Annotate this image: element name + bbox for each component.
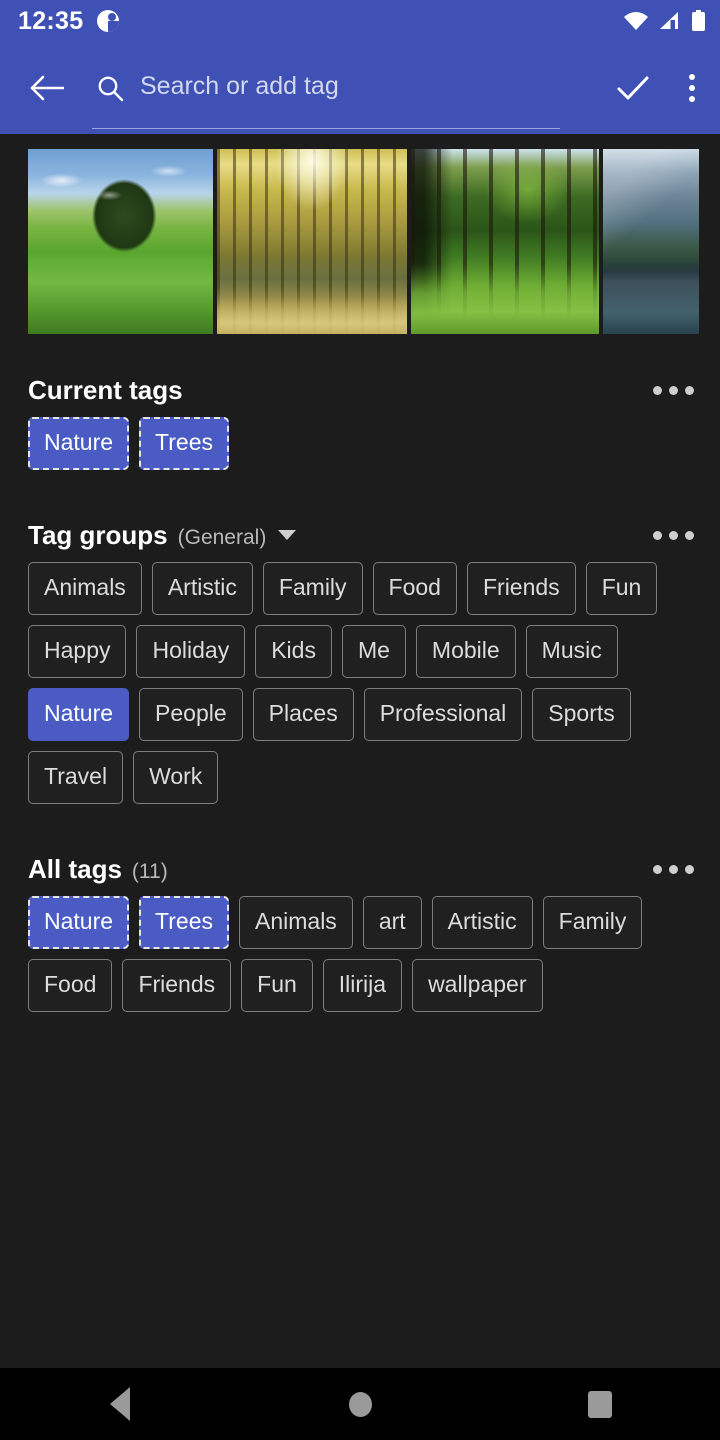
tag-chip[interactable]: Family (542, 896, 643, 949)
tag-chip[interactable]: Nature (28, 896, 130, 949)
thumbnail-image[interactable] (28, 149, 213, 334)
tag-chip[interactable]: Artistic (151, 562, 253, 615)
chevron-down-icon[interactable] (278, 530, 297, 540)
tag-chip[interactable]: Artistic (431, 896, 533, 949)
nav-back-button[interactable] (60, 1368, 180, 1440)
thumbnail-image[interactable] (603, 149, 699, 334)
app-bar (0, 42, 720, 134)
more-horiz-icon (653, 385, 662, 395)
tag-chip[interactable]: Trees (139, 417, 229, 470)
status-bar-clock: 12:35 (18, 6, 84, 35)
tag-chip[interactable]: Family (262, 562, 363, 615)
tag-chip[interactable]: Fun (241, 959, 313, 1012)
search-underline (92, 128, 560, 129)
back-button[interactable] (16, 57, 78, 119)
current-tags-title: Current tags (28, 374, 183, 405)
tag-chip[interactable]: Nature (28, 688, 130, 741)
thumbnail-image[interactable] (217, 149, 407, 334)
tag-chip[interactable]: Mobile (415, 625, 516, 678)
thumbnail-strip[interactable] (0, 134, 720, 349)
system-navigation-bar (0, 1368, 720, 1440)
tag-groups-list[interactable]: Animals Artistic Family Food Friends Fun Happy… (0, 562, 720, 804)
tag-chip[interactable]: Trees (139, 896, 229, 949)
search-icon (92, 74, 128, 102)
tag-groups-overflow-button[interactable] (649, 519, 698, 552)
tag-chip[interactable]: Nature (28, 417, 130, 470)
all-tags-title: All tags (28, 853, 122, 884)
all-tags-title-group: All tags (11) (28, 854, 168, 885)
tag-chip[interactable]: Animals (239, 896, 353, 949)
tag-chip[interactable]: Work (133, 751, 219, 804)
tag-chip[interactable]: Fun (585, 562, 658, 615)
tag-chip[interactable]: Animals (28, 562, 142, 615)
app-screen: 12:35 Search or add tag Current tags Nat… (0, 0, 720, 1440)
tag-chip[interactable]: Places (252, 688, 354, 741)
search-field[interactable] (92, 57, 596, 129)
tag-chip[interactable]: art (362, 896, 422, 949)
all-tags-count: (11) (131, 859, 168, 883)
tag-chip[interactable]: Kids (255, 625, 332, 678)
tag-chip[interactable]: Professional (363, 688, 523, 741)
clock-notification-icon (97, 10, 120, 32)
nav-home-button[interactable] (300, 1368, 420, 1440)
confirm-button[interactable] (602, 57, 664, 119)
back-arrow-icon (30, 75, 64, 101)
tag-chip[interactable]: Ilirija (322, 959, 403, 1012)
cellular-signal-icon (660, 12, 678, 29)
more-vert-icon (689, 74, 695, 102)
tag-chip[interactable]: Travel (28, 751, 124, 804)
status-bar-right (623, 10, 706, 32)
all-tags-overflow-button[interactable] (649, 853, 698, 886)
wifi-icon (624, 12, 648, 30)
tag-chip[interactable]: Food (28, 959, 113, 1012)
current-tags-overflow-button[interactable] (649, 374, 698, 407)
tag-chip[interactable]: Me (341, 625, 406, 678)
current-tags-list[interactable]: Nature Trees (0, 417, 720, 470)
tag-chip[interactable]: Food (372, 562, 457, 615)
tag-chip[interactable]: Holiday (136, 625, 246, 678)
tag-chip[interactable]: Happy (28, 625, 127, 678)
all-tags-header: All tags (11) (0, 842, 720, 896)
status-bar-left: 12:35 (18, 6, 120, 36)
tag-chip[interactable]: wallpaper (412, 959, 543, 1012)
battery-full-icon (692, 10, 705, 31)
tag-groups-header: Tag groups (General) (0, 508, 720, 562)
check-icon (617, 76, 649, 100)
tag-chip[interactable]: People (139, 688, 243, 741)
more-horiz-icon (653, 864, 662, 874)
all-tags-list[interactable]: Nature Trees Animals art Artistic Family Food F… (0, 896, 720, 1012)
current-tags-header: Current tags (0, 363, 720, 417)
tag-chip[interactable]: Sports (532, 688, 631, 741)
search-input[interactable] (128, 72, 596, 104)
tag-chip[interactable]: Friends (122, 959, 232, 1012)
nav-back-icon (110, 1387, 130, 1421)
tag-chip[interactable]: Friends (466, 562, 576, 615)
tag-groups-selected-group: (General) (177, 525, 267, 549)
thumbnail-image[interactable] (411, 149, 599, 334)
nav-recents-icon (588, 1390, 612, 1418)
tag-groups-title-group[interactable]: Tag groups (General) (28, 519, 297, 551)
status-bar: 12:35 (0, 0, 720, 42)
nav-recents-button[interactable] (540, 1368, 660, 1440)
current-tags-title-group: Current tags (28, 375, 183, 406)
nav-home-icon (348, 1391, 372, 1417)
more-horiz-icon (653, 530, 662, 540)
overflow-menu-button[interactable] (664, 57, 720, 119)
tag-chip[interactable]: Music (525, 625, 618, 678)
tag-groups-title: Tag groups (28, 519, 168, 550)
